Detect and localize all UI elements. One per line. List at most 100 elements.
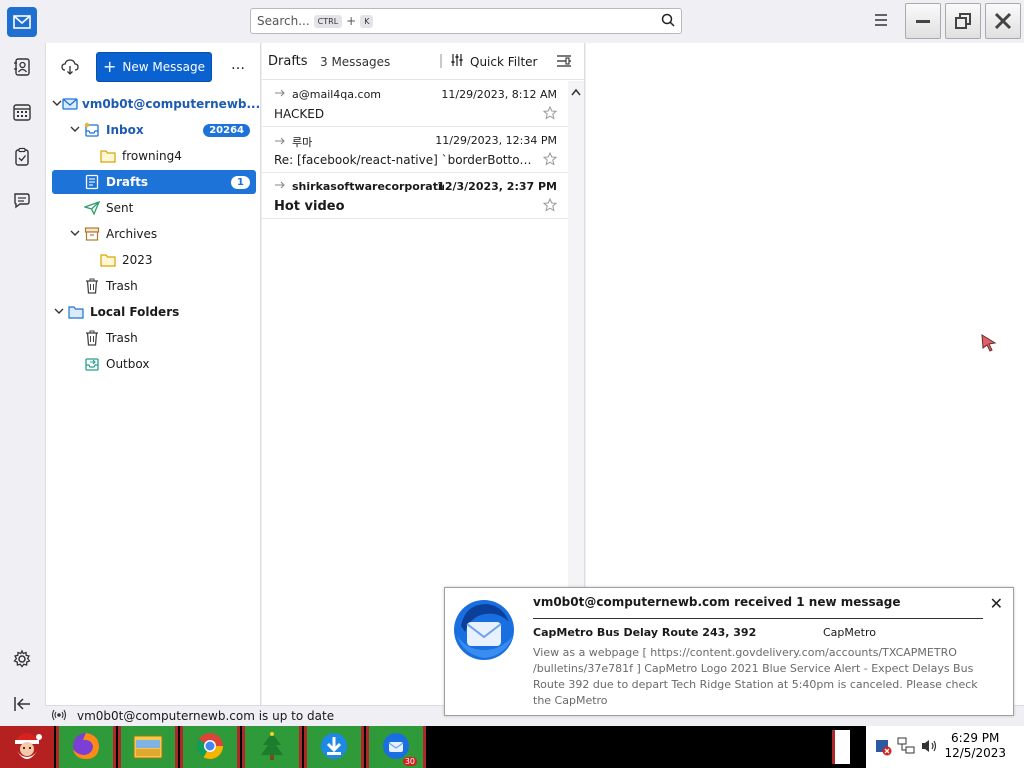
taskbar: 30 6:29 PM 12/5/2023	[0, 726, 1024, 768]
message-row[interactable]: a@mail4qa.com 11/29/2023, 8:12 AM HACKED	[262, 81, 569, 127]
sender-text: 루마	[292, 136, 313, 149]
network-icon[interactable]	[896, 736, 916, 759]
search-icon[interactable]	[661, 13, 675, 30]
star-icon[interactable]	[542, 197, 558, 215]
folder-archives[interactable]: Archives	[52, 222, 256, 246]
system-tray: 6:29 PM 12/5/2023	[866, 726, 1024, 768]
folder-local-trash[interactable]: Trash	[52, 326, 256, 350]
settings-gear-icon[interactable]	[12, 649, 32, 669]
notification-body: View as a webpage [ https://content.govd…	[533, 646, 978, 707]
account-row[interactable]: vm0b0t@computernewb...	[52, 92, 260, 116]
folder-label: Local Folders	[90, 305, 180, 319]
notification-subject: CapMetro Bus Delay Route 243, 392	[533, 626, 757, 639]
local-folders-row[interactable]: Local Folders	[52, 300, 256, 324]
notification-sender: CapMetro	[823, 626, 876, 639]
message-row[interactable]: 루마 11/29/2023, 12:34 PM Re: [facebook/re…	[262, 127, 569, 173]
message-subject: Hot video	[274, 199, 345, 214]
plus-icon: +	[103, 57, 117, 76]
folder-drafts[interactable]: Drafts 1	[52, 170, 256, 194]
mouse-cursor-icon	[981, 334, 997, 355]
chat-icon[interactable]	[12, 191, 32, 211]
folder-label: Trash	[106, 279, 138, 293]
star-icon[interactable]	[542, 105, 558, 123]
mail-space-icon[interactable]	[7, 7, 37, 37]
notification-close-button[interactable]: ✕	[990, 594, 1003, 613]
filter-sliders-icon	[450, 53, 464, 70]
folder-label: Trash	[106, 331, 138, 345]
clock[interactable]: 6:29 PM 12/5/2023	[944, 731, 1006, 761]
clock-time: 6:29 PM	[951, 731, 1000, 745]
download-icon	[319, 731, 349, 764]
list-display-options-icon[interactable]	[556, 54, 572, 71]
message-list-header: Drafts 3 Messages Quick Filter	[262, 43, 584, 80]
volume-icon[interactable]	[920, 738, 938, 757]
app-menu-icon[interactable]	[872, 12, 890, 31]
message-row[interactable]: shirkasoftwarecorporatio... 12/3/2023, 2…	[262, 173, 569, 219]
folder-pane-menu-button[interactable]: …	[231, 57, 245, 73]
search-input[interactable]: Search... CTRL + K	[250, 8, 682, 34]
minimize-button[interactable]	[905, 3, 941, 39]
clock-date: 12/5/2023	[944, 746, 1006, 760]
tray-spacer	[832, 730, 850, 764]
folder-2023[interactable]: 2023	[52, 248, 256, 272]
new-message-button[interactable]: + New Message	[96, 52, 212, 82]
folder-label: frowning4	[122, 149, 182, 163]
message-from: 루마	[274, 134, 444, 150]
taskbar-file-explorer[interactable]	[118, 726, 178, 768]
chevron-down-icon[interactable]	[52, 98, 62, 111]
address-book-icon[interactable]	[12, 57, 32, 77]
folder-outbox[interactable]: Outbox	[52, 352, 256, 376]
chevron-down-icon[interactable]	[52, 306, 66, 319]
taskbar-tree-app[interactable]	[242, 726, 302, 768]
message-date: 11/29/2023, 8:12 AM	[441, 88, 557, 101]
trash-icon	[82, 278, 102, 294]
chevron-down-icon[interactable]	[68, 228, 82, 241]
notification-title: vm0b0t@computernewb.com received 1 new m…	[533, 595, 901, 609]
message-subject: HACKED	[274, 107, 325, 121]
taskbar-downloads[interactable]	[304, 726, 364, 768]
firefox-icon	[71, 731, 101, 764]
divider	[533, 618, 983, 619]
folder-trash[interactable]: Trash	[52, 274, 256, 298]
folder-label: 2023	[122, 253, 153, 267]
message-subject: Re: [facebook/react-native] `borderBotto…	[274, 153, 534, 167]
tasks-icon[interactable]	[12, 147, 32, 167]
start-button[interactable]	[0, 726, 54, 768]
reply-arrow-icon	[274, 136, 286, 149]
scroll-up-icon[interactable]	[571, 85, 581, 99]
file-explorer-icon	[132, 732, 164, 763]
spaces-toolbar	[0, 43, 45, 726]
message-date: 12/3/2023, 2:37 PM	[437, 180, 557, 193]
quick-filter-button[interactable]: Quick Filter	[450, 53, 537, 70]
thunderbird-logo-icon	[451, 596, 517, 662]
new-mail-notification[interactable]: vm0b0t@computernewb.com received 1 new m…	[444, 587, 1014, 716]
inbox-icon	[82, 122, 102, 138]
collapse-spaces-icon[interactable]	[12, 694, 32, 714]
chevron-down-icon[interactable]	[68, 124, 82, 137]
thunderbird-icon: 30	[381, 731, 417, 766]
folder-label: Archives	[106, 227, 158, 241]
folder-label: Sent	[106, 201, 134, 215]
taskbar-chrome[interactable]	[180, 726, 240, 768]
close-window-button[interactable]	[985, 3, 1021, 39]
taskbar-thunderbird[interactable]: 30	[366, 726, 426, 768]
k-key-hint: K	[360, 14, 374, 28]
calendar-icon[interactable]	[12, 102, 32, 122]
restore-button[interactable]	[945, 3, 981, 39]
folder-sent[interactable]: Sent	[52, 196, 256, 220]
folder-frowning4[interactable]: frowning4	[52, 144, 256, 168]
folder-inbox[interactable]: Inbox 20264	[52, 118, 256, 142]
get-messages-icon[interactable]	[61, 59, 79, 78]
taskbar-firefox[interactable]	[56, 726, 116, 768]
folder-icon	[98, 149, 118, 163]
folder-label: Inbox	[106, 123, 144, 137]
star-icon[interactable]	[542, 151, 558, 169]
folder-label: Outbox	[106, 357, 150, 371]
quick-filter-label: Quick Filter	[470, 54, 538, 69]
network-warning-icon[interactable]	[874, 738, 892, 759]
unread-count-badge: 30	[402, 756, 417, 766]
chrome-icon	[195, 731, 225, 764]
message-from: a@mail4qa.com	[274, 88, 444, 101]
online-status-icon[interactable]	[51, 709, 67, 724]
local-folder-icon	[66, 305, 86, 319]
